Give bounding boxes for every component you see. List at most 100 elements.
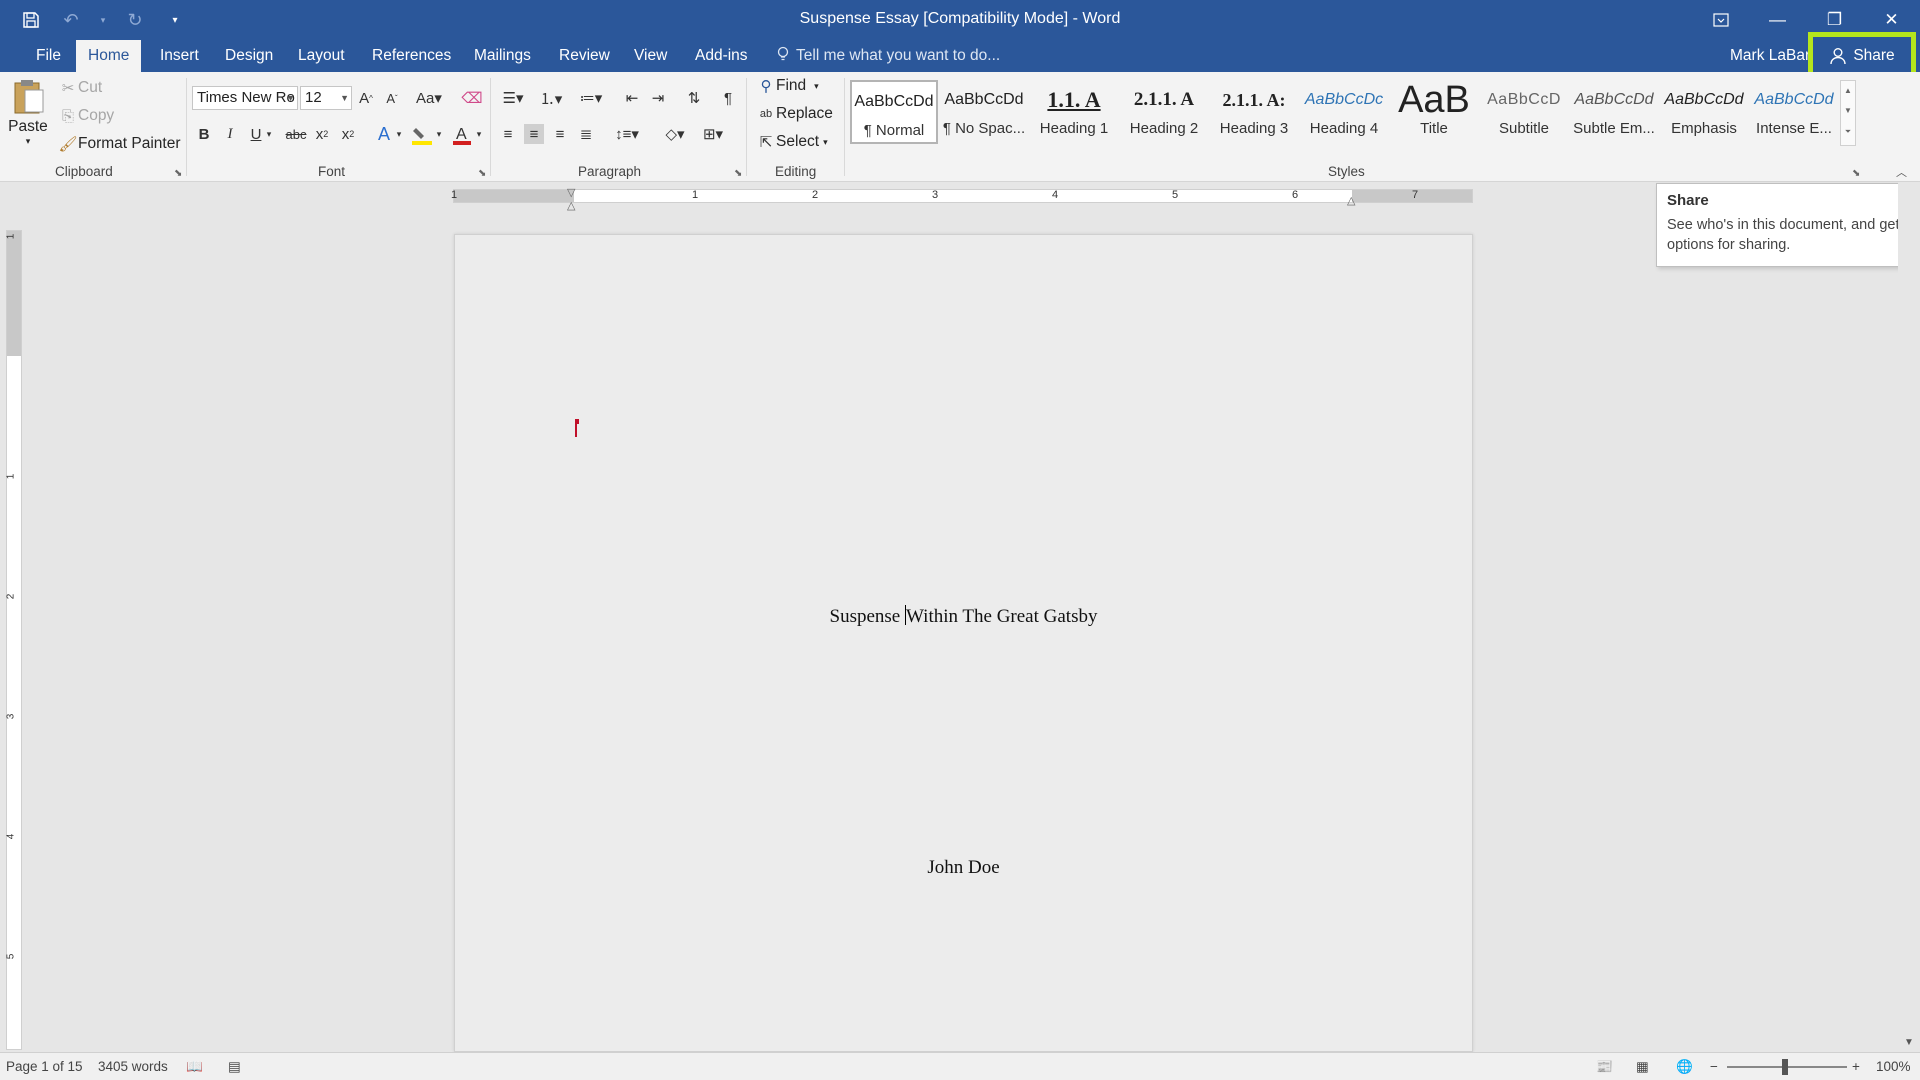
font-size-box[interactable]: 12 ▼ [300,86,352,110]
line-spacing-icon[interactable]: ↕≡▾ [610,124,644,144]
font-dialog-launcher-icon[interactable]: ⬊ [478,168,486,179]
show-formatting-marks-icon[interactable]: ¶ [718,88,738,108]
font-color-icon[interactable]: A [450,124,474,146]
select-button[interactable]: ⇱ Select ▾ [756,132,828,152]
styles-dialog-launcher-icon[interactable]: ⬊ [1852,168,1860,179]
minimize-icon[interactable]: — [1749,0,1806,40]
tab-file[interactable]: File [24,40,73,72]
tab-view[interactable]: View [622,40,679,72]
style-subtle-emphasis[interactable]: AaBbCcDd Subtle Em... [1570,80,1658,144]
subscript-icon[interactable]: x2 [312,124,332,144]
zoom-in-icon[interactable]: + [1852,1059,1860,1074]
tab-insert[interactable]: Insert [148,40,211,72]
tab-home[interactable]: Home [76,40,142,72]
first-line-indent-marker[interactable]: ▽ [567,186,575,199]
styles-scroll-up-icon[interactable]: ▲ [1841,81,1855,101]
tab-review[interactable]: Review [547,40,622,72]
left-indent-marker[interactable]: △ [567,199,575,212]
tab-layout[interactable]: Layout [286,40,357,72]
zoom-out-icon[interactable]: − [1710,1059,1718,1074]
sort-icon[interactable]: ⇅ [684,88,704,108]
cursor-select-icon: ⇱ [759,134,773,151]
zoom-slider-thumb[interactable] [1782,1059,1788,1075]
strikethrough-icon[interactable]: abc [284,124,308,144]
shading-icon[interactable]: ◇▾ [658,124,692,144]
underline-icon[interactable]: U [246,124,266,144]
vertical-ruler[interactable]: 1 1 2 3 4 5 [5,230,22,1050]
shrink-font-icon[interactable]: Aˇ [382,88,402,108]
highlight-color-icon[interactable] [410,124,434,146]
clipboard-dialog-launcher-icon[interactable]: ⬊ [174,168,182,179]
grow-font-icon[interactable]: A ^ [356,88,376,108]
macro-recording-icon[interactable]: ▤ [228,1059,241,1075]
style-heading-2[interactable]: 2.1.1. A Heading 2 [1120,80,1208,144]
underline-dropdown-icon[interactable]: ▾ [264,124,274,144]
style-subtitle[interactable]: AaBbCcD Subtitle [1480,80,1568,144]
document-author-line[interactable]: John Doe [455,857,1472,879]
horizontal-ruler[interactable]: 1 1 2 3 4 5 6 7 ▽ △ △ [451,186,1473,212]
align-right-icon[interactable]: ≡ [550,124,570,144]
paste-dropdown-icon[interactable]: ▾ [26,136,31,147]
copy-button[interactable]: ⎘ Copy [58,106,114,126]
replace-button[interactable]: ab Replace [756,104,833,124]
style-no-spacing[interactable]: AaBbCcDd ¶ No Spac... [940,80,1028,144]
align-center-icon[interactable]: ≡ [524,124,544,144]
font-color-dropdown-icon[interactable]: ▾ [474,124,484,144]
font-size-dropdown-icon[interactable]: ▼ [340,87,349,109]
font-name-box[interactable]: Times New Ro ▼ [192,86,298,110]
styles-more-icon[interactable]: ⏷ [1841,121,1855,143]
document-page[interactable]: Suspense Within The Great Gatsby John Do… [454,234,1473,1052]
format-painter-button[interactable]: 🖌 Format Painter [58,134,180,154]
justify-icon[interactable]: ≣ [576,124,596,144]
tab-mailings[interactable]: Mailings [462,40,543,72]
style-normal[interactable]: AaBbCcDd ¶ Normal [850,80,938,144]
tell-me-search[interactable]: Tell me what you want to do... [776,40,1000,72]
style-intense-emphasis[interactable]: AaBbCcDd Intense E... [1750,80,1838,144]
numbering-icon[interactable]: ⒈▾ [536,88,566,108]
align-left-icon[interactable]: ≡ [498,124,518,144]
tab-design[interactable]: Design [213,40,285,72]
styles-scroll-down-icon[interactable]: ▼ [1841,101,1855,121]
word-count[interactable]: 3405 words [98,1059,168,1074]
borders-icon[interactable]: ⊞▾ [696,124,730,144]
select-dropdown-icon[interactable]: ▾ [823,137,828,148]
clear-formatting-icon[interactable]: ⌫ [461,88,482,108]
style-heading-4[interactable]: AaBbCcDc Heading 4 [1300,80,1388,144]
proofing-icon[interactable]: 📖 [186,1059,203,1075]
bullets-icon[interactable]: ☰▾ [498,88,528,108]
highlight-dropdown-icon[interactable]: ▾ [434,124,444,144]
style-heading-1[interactable]: 1.1. A Heading 1 [1030,80,1118,144]
print-layout-icon[interactable]: ▦ [1636,1059,1649,1075]
web-layout-icon[interactable]: 🌐 [1676,1059,1693,1075]
scroll-down-icon[interactable]: ▼ [1904,1037,1914,1048]
change-case-icon[interactable]: Aa▾ [414,88,444,108]
multilevel-list-icon[interactable]: ≔▾ [574,88,608,108]
style-title[interactable]: AaB Title [1390,80,1478,144]
tab-references[interactable]: References [360,40,463,72]
paragraph-dialog-launcher-icon[interactable]: ⬊ [734,168,742,179]
user-name[interactable]: Mark LaBar [1730,40,1810,72]
read-mode-icon[interactable]: 📰 [1596,1059,1613,1075]
document-title-line[interactable]: Suspense Within The Great Gatsby [455,605,1472,628]
increase-indent-icon[interactable]: ⇥ [648,88,668,108]
bold-icon[interactable]: B [194,124,214,144]
tab-addins[interactable]: Add-ins [683,40,760,72]
ribbon-display-options-icon[interactable] [1692,0,1749,40]
style-heading-3[interactable]: 2.1.1. A: Heading 3 [1210,80,1298,144]
right-indent-marker[interactable]: △ [1347,194,1355,207]
find-button[interactable]: ⚲ Find ▾ [756,76,819,96]
decrease-indent-icon[interactable]: ⇤ [622,88,642,108]
italic-icon[interactable]: I [220,124,240,144]
superscript-icon[interactable]: x2 [338,124,358,144]
collapse-ribbon-icon[interactable]: ︿ [1896,164,1907,180]
text-effects-icon[interactable]: A [374,124,394,144]
paste-button[interactable]: Paste ▾ [8,78,48,147]
text-effects-dropdown-icon[interactable]: ▾ [394,124,404,144]
vertical-scrollbar[interactable]: ▼ [1898,182,1920,1052]
page-count[interactable]: Page 1 of 15 [6,1059,83,1074]
find-dropdown-icon[interactable]: ▾ [814,81,819,92]
cut-button[interactable]: ✂ Cut [58,78,102,98]
style-emphasis[interactable]: AaBbCcDd Emphasis [1660,80,1748,144]
zoom-level[interactable]: 100% [1876,1059,1911,1074]
font-name-dropdown-icon[interactable]: ▼ [286,87,295,109]
